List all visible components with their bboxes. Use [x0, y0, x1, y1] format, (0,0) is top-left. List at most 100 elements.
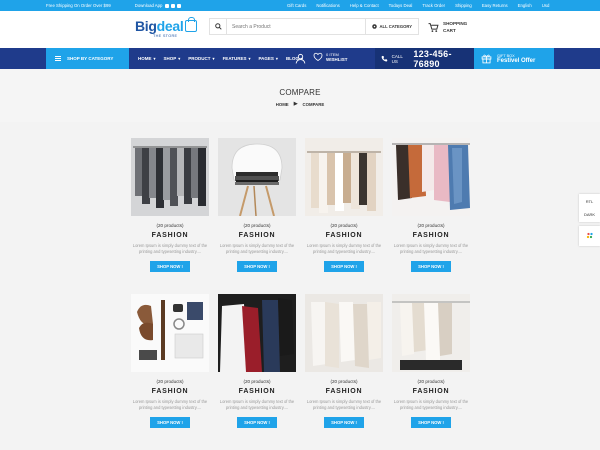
nav-item-product[interactable]: PRODUCT [184, 56, 218, 61]
product-count: (20 products) [330, 379, 358, 384]
top-link-track-order[interactable]: Track Order [417, 3, 450, 8]
cart-icon [428, 22, 439, 32]
top-link-help[interactable]: Help & Contact [345, 3, 384, 8]
shop-now-button[interactable]: SHOP NOW ! [237, 261, 277, 272]
download-app[interactable]: Download App [135, 3, 182, 8]
nav-item-pages[interactable]: PAGES [255, 56, 282, 61]
page-banner: COMPARE HOME ▶ COMPARE [0, 69, 600, 122]
shopping-bag-icon [185, 17, 198, 32]
breadcrumb-current: COMPARE [302, 101, 325, 107]
logo-accent: deal [156, 18, 184, 34]
shop-now-button[interactable]: SHOP NOW ! [237, 417, 277, 428]
shipping-message: Free Shipping On Order Over $99 [46, 3, 111, 8]
wishlist[interactable]: 0 ITEM WISHLIST [313, 52, 348, 62]
logo[interactable]: Bigdeal THE STORE [135, 17, 198, 38]
windows-icon[interactable] [177, 3, 182, 8]
breadcrumb-home[interactable]: HOME [276, 102, 289, 107]
top-links: Gift Cards Notifications Help & Contact … [282, 0, 554, 11]
top-link-easy-returns[interactable]: Easy Returns [477, 3, 513, 8]
product-image[interactable] [131, 294, 209, 372]
currency-select[interactable]: Usd [537, 3, 555, 8]
android-icon[interactable] [171, 3, 176, 8]
product-card: (20 products) FASHION Lorem Ipsum is sim… [218, 138, 296, 273]
product-image[interactable] [392, 138, 470, 216]
apple-icon[interactable] [165, 3, 170, 8]
phone-icon [381, 55, 388, 62]
header: Bigdeal THE STORE ALL CATEGORY SHOPPING … [0, 11, 600, 48]
product-description: Lorem Ipsum is simply dummy text of the … [306, 243, 382, 254]
page-title: COMPARE [279, 88, 321, 97]
product-description: Lorem Ipsum is simply dummy text of the … [393, 399, 469, 410]
product-title: FASHION [151, 232, 189, 239]
shop-now-button[interactable]: SHOP NOW ! [150, 417, 190, 428]
theme-switcher: RTL DARK [579, 194, 600, 222]
cart-label-line1: SHOPPING [443, 21, 468, 26]
search-input[interactable] [226, 19, 365, 34]
nav-menu: HOME SHOP PRODUCT FEATURES PAGES BLOG [134, 48, 307, 69]
product-image[interactable] [131, 138, 209, 216]
app-store-icons[interactable] [165, 3, 182, 8]
product-description: Lorem Ipsum is simply dummy text of the … [219, 243, 295, 254]
shop-now-button[interactable]: SHOP NOW ! [324, 261, 364, 272]
product-card: (20 products) FASHION Lorem Ipsum is sim… [305, 138, 383, 273]
search-bar: ALL CATEGORY [209, 18, 419, 35]
nav-item-home[interactable]: HOME [134, 56, 160, 61]
shop-now-button[interactable]: SHOP NOW ! [411, 261, 451, 272]
product-image[interactable] [218, 294, 296, 372]
top-link-shipping[interactable]: Shipping [450, 3, 477, 8]
product-image[interactable] [218, 138, 296, 216]
category-select[interactable]: ALL CATEGORY [364, 19, 419, 34]
category-icon [371, 24, 377, 29]
breadcrumb: HOME ▶ COMPARE [0, 101, 600, 107]
wishlist-label: WISHLIST [326, 57, 348, 62]
gift-box-offer[interactable]: GIFT BOX Festivel Offer [474, 48, 554, 69]
product-image[interactable] [392, 294, 470, 372]
shop-now-button[interactable]: SHOP NOW ! [150, 261, 190, 272]
product-title: FASHION [151, 388, 189, 395]
product-card: (20 products) FASHION Lorem Ipsum is sim… [305, 294, 383, 429]
nav-item-features[interactable]: FEATURES [219, 56, 255, 61]
product-count: (20 products) [417, 379, 445, 384]
top-link-gift-cards[interactable]: Gift Cards [282, 3, 311, 8]
shop-now-button[interactable]: SHOP NOW ! [411, 417, 451, 428]
product-description: Lorem Ipsum is simply dummy text of the … [219, 399, 295, 410]
product-description: Lorem Ipsum is simply dummy text of the … [132, 399, 208, 410]
call-us[interactable]: CALL US 123-456-76890 [375, 48, 475, 69]
language-select[interactable]: English [513, 3, 537, 8]
product-title: FASHION [412, 388, 450, 395]
product-count: (20 products) [156, 379, 184, 384]
shop-now-button[interactable]: SHOP NOW ! [324, 417, 364, 428]
color-picker[interactable] [579, 226, 600, 246]
product-count: (20 products) [417, 223, 445, 228]
shopping-cart[interactable]: SHOPPING CART [428, 20, 467, 34]
top-link-todays-deal[interactable]: Todays Deal [384, 3, 418, 8]
shop-by-category-label: SHOP BY CATEGORY [67, 56, 114, 61]
menu-icon [55, 56, 61, 61]
dark-toggle[interactable]: DARK [579, 212, 600, 217]
palette-icon [586, 232, 593, 239]
rtl-toggle[interactable]: RTL [579, 199, 600, 204]
gift-small-label: GIFT BOX [497, 53, 515, 58]
user-icon[interactable] [295, 53, 306, 64]
product-title: FASHION [412, 232, 450, 239]
main-nav: SHOP BY CATEGORY HOME SHOP PRODUCT FEATU… [0, 48, 600, 69]
product-image[interactable] [305, 294, 383, 372]
top-link-notifications[interactable]: Notifications [311, 3, 344, 8]
product-count: (20 products) [243, 379, 271, 384]
logo-tagline: THE STORE [153, 34, 178, 38]
compare-grid: (20 products) FASHION Lorem Ipsum is sim… [0, 122, 600, 450]
product-description: Lorem Ipsum is simply dummy text of the … [306, 399, 382, 410]
shop-by-category-button[interactable]: SHOP BY CATEGORY [46, 48, 129, 69]
product-description: Lorem Ipsum is simply dummy text of the … [393, 243, 469, 254]
product-image[interactable] [305, 138, 383, 216]
product-card: (20 products) FASHION Lorem Ipsum is sim… [131, 294, 209, 429]
call-us-label: CALL US [391, 53, 403, 64]
nav-item-shop[interactable]: SHOP [160, 56, 185, 61]
category-label: ALL CATEGORY [379, 24, 413, 29]
logo-main: Big [135, 18, 157, 34]
product-count: (20 products) [330, 223, 358, 228]
breadcrumb-arrow-icon: ▶ [293, 101, 298, 107]
product-description: Lorem Ipsum is simply dummy text of the … [132, 243, 208, 254]
search-icon[interactable] [210, 23, 226, 30]
product-count: (20 products) [156, 223, 184, 228]
